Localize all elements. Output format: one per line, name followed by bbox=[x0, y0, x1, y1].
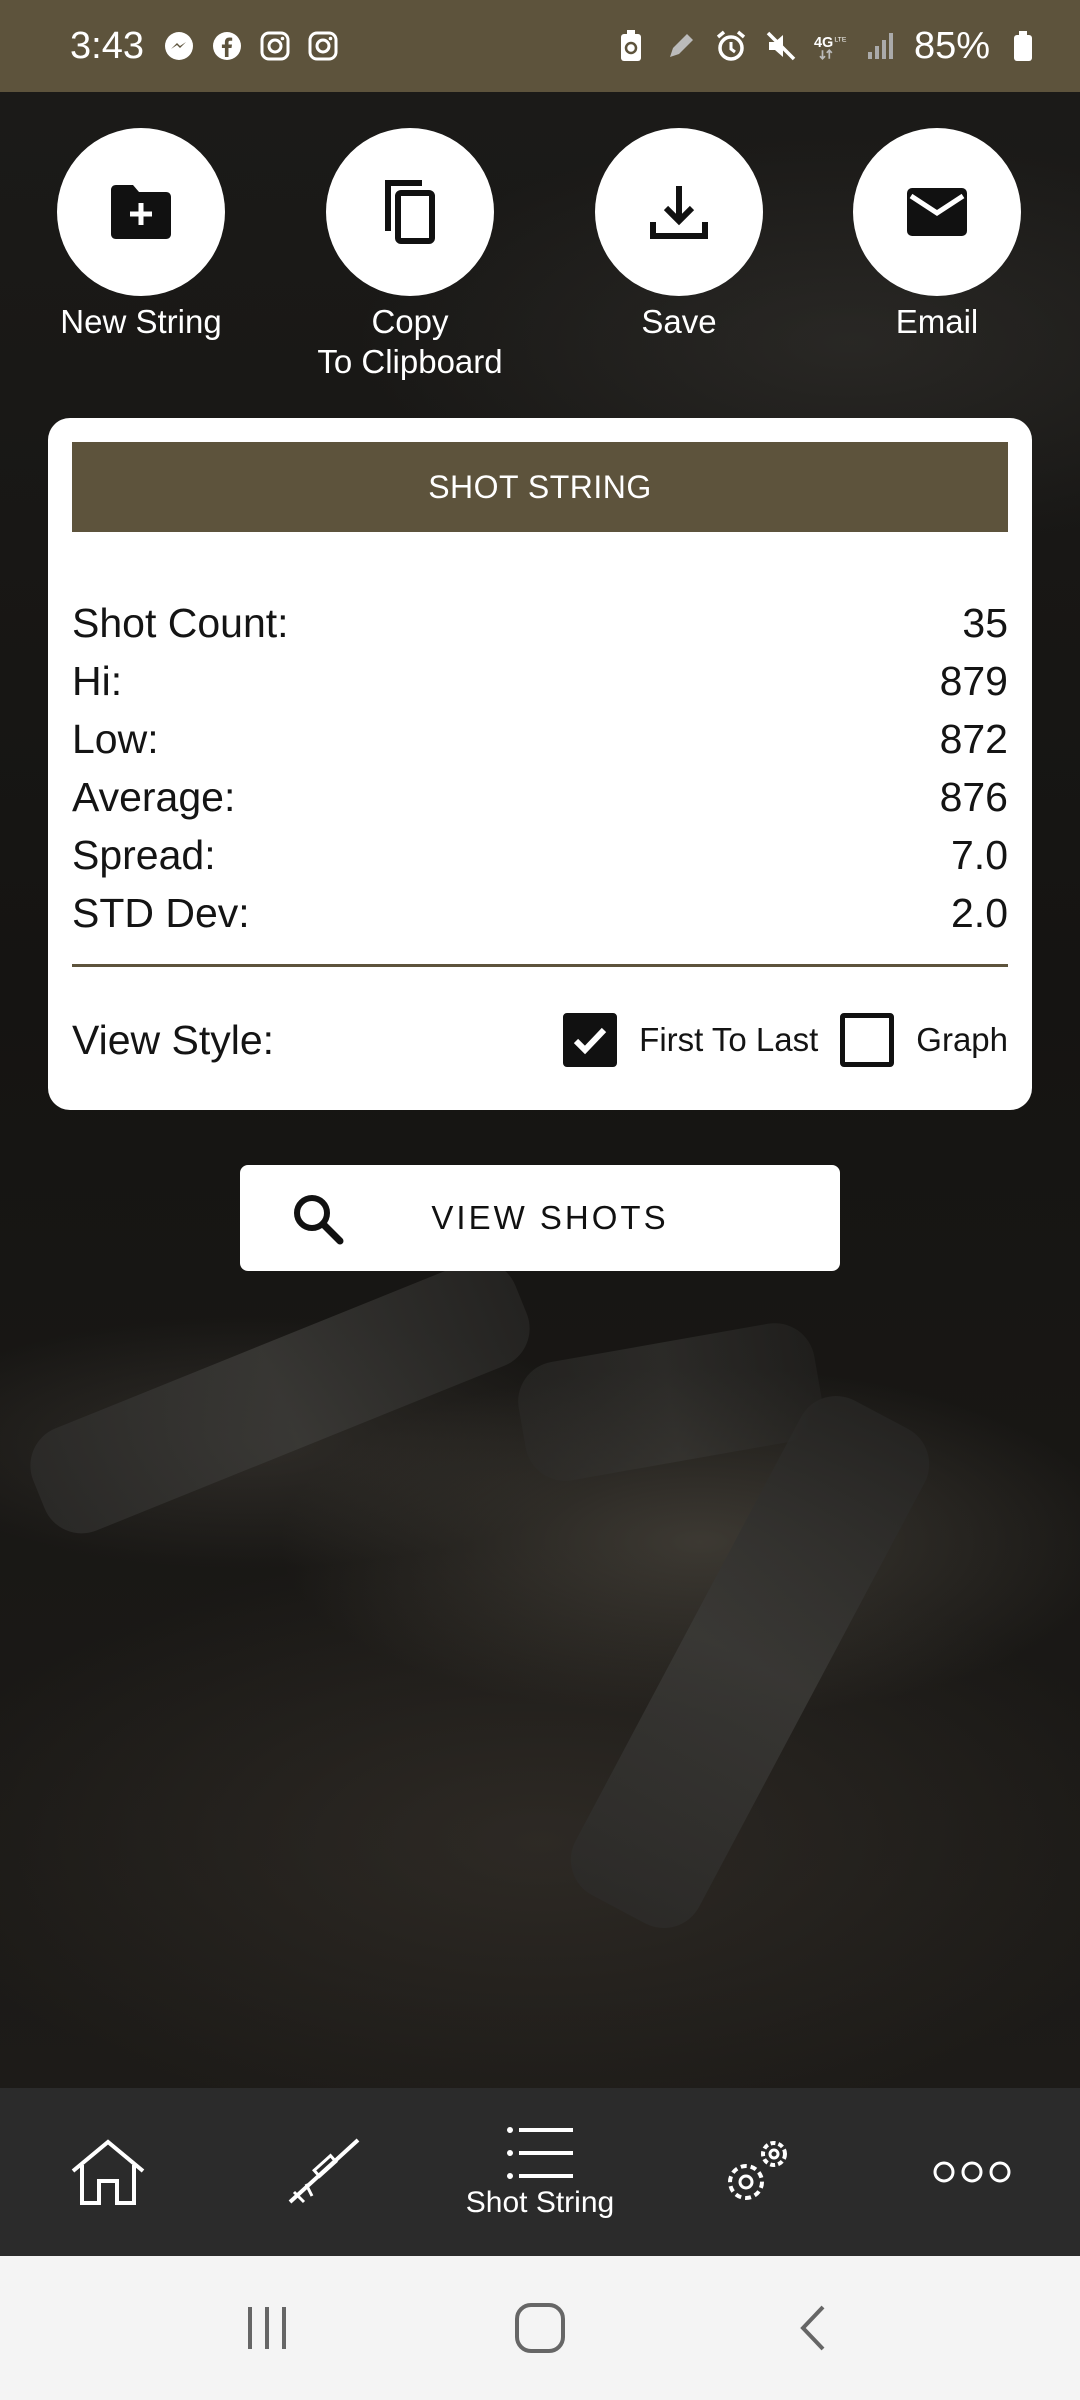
notification-icons bbox=[162, 29, 340, 63]
nav-rifle[interactable] bbox=[216, 2088, 432, 2256]
settings-icon bbox=[728, 2141, 787, 2200]
alarm-icon bbox=[714, 29, 748, 63]
stat-row-spread: Spread: 7.0 bbox=[72, 826, 1008, 884]
bottom-navigation: Shot String bbox=[0, 2088, 1080, 2256]
system-status-icons: 4G LTE 85% bbox=[614, 25, 1040, 68]
rifle-icon bbox=[288, 2138, 360, 2204]
stat-row-average: Average: 876 bbox=[72, 768, 1008, 826]
stat-value: 879 bbox=[939, 657, 1008, 704]
messenger-icon bbox=[162, 29, 196, 63]
4g-lte-icon: 4G LTE bbox=[814, 29, 848, 63]
checkmark-icon bbox=[574, 1027, 607, 1055]
back-icon bbox=[800, 2305, 825, 2351]
stat-label: Shot Count: bbox=[72, 599, 289, 646]
system-navigation-bar bbox=[0, 2256, 1080, 2400]
signal-icon bbox=[864, 29, 898, 63]
nav-home[interactable] bbox=[0, 2088, 216, 2256]
stat-value: 876 bbox=[939, 773, 1008, 820]
download-icon bbox=[595, 128, 763, 296]
stat-label: STD Dev: bbox=[72, 889, 250, 936]
mute-icon bbox=[764, 29, 798, 63]
stats-list: Shot Count: 35 Hi: 879 Low: 872 Average:… bbox=[72, 594, 1008, 942]
stat-label: Average: bbox=[72, 773, 236, 820]
status-bar: 3:43 4G LTE 85% bbox=[0, 0, 1080, 92]
view-shots-button[interactable]: VIEW SHOTS bbox=[240, 1165, 840, 1271]
stat-row-shot-count: Shot Count: 35 bbox=[72, 594, 1008, 652]
email-button[interactable]: Email bbox=[832, 128, 1042, 342]
svg-text:4G: 4G bbox=[814, 35, 833, 51]
battery-saver-icon bbox=[614, 29, 648, 63]
stat-value: 35 bbox=[962, 599, 1008, 646]
new-string-button[interactable]: New String bbox=[36, 128, 246, 342]
nav-settings[interactable] bbox=[648, 2088, 864, 2256]
save-label: Save bbox=[641, 303, 717, 340]
new-folder-icon bbox=[57, 128, 225, 296]
first-to-last-label: First To Last bbox=[639, 1021, 819, 1058]
view-style-options: First To Last Graph bbox=[563, 1013, 1008, 1067]
action-bar: New String Copy To Clipboard Save Email bbox=[0, 128, 1080, 388]
stat-label: Hi: bbox=[72, 657, 123, 704]
nav-shot-string-label: Shot String bbox=[465, 2186, 615, 2219]
stat-label: Low: bbox=[72, 715, 159, 762]
recent-apps-button[interactable] bbox=[222, 2283, 312, 2373]
instagram-icon bbox=[306, 29, 340, 63]
stat-row-hi: Hi: 879 bbox=[72, 652, 1008, 710]
home-circle-icon bbox=[514, 2303, 565, 2353]
home-icon bbox=[71, 2139, 145, 2205]
nav-shot-string[interactable]: Shot String bbox=[432, 2088, 648, 2256]
stat-value: 2.0 bbox=[951, 889, 1008, 936]
stat-row-std-dev: STD Dev: 2.0 bbox=[72, 884, 1008, 942]
home-button[interactable] bbox=[495, 2283, 585, 2373]
pen-icon bbox=[664, 29, 698, 63]
battery-icon bbox=[1006, 29, 1040, 63]
stat-value: 872 bbox=[939, 715, 1008, 762]
view-style-row: View Style: First To Last Graph bbox=[72, 967, 1008, 1113]
view-style-label: View Style: bbox=[72, 1016, 275, 1063]
recent-apps-icon bbox=[247, 2307, 286, 2349]
shot-string-card: SHOT STRING Shot Count: 35 Hi: 879 Low: … bbox=[48, 418, 1032, 1110]
copy-icon bbox=[326, 128, 494, 296]
facebook-icon bbox=[210, 29, 244, 63]
back-button[interactable] bbox=[768, 2283, 858, 2373]
background-shape bbox=[18, 1248, 542, 1546]
stat-row-low: Low: 872 bbox=[72, 710, 1008, 768]
battery-percentage: 85% bbox=[913, 24, 990, 67]
stat-value: 7.0 bbox=[951, 831, 1008, 878]
copy-to-clipboard-label: Copy To Clipboard bbox=[317, 303, 503, 380]
more-icon bbox=[933, 2161, 1011, 2183]
card-title: SHOT STRING bbox=[72, 442, 1008, 532]
instagram-icon bbox=[258, 29, 292, 63]
graph-checkbox[interactable] bbox=[840, 1013, 895, 1067]
copy-to-clipboard-button[interactable]: Copy To Clipboard bbox=[305, 128, 515, 382]
status-time: 3:43 bbox=[70, 24, 144, 67]
new-string-label: New String bbox=[60, 303, 222, 340]
graph-label: Graph bbox=[916, 1021, 1008, 1058]
search-icon bbox=[294, 1195, 344, 1245]
svg-text:LTE: LTE bbox=[834, 37, 846, 44]
email-label: Email bbox=[895, 303, 979, 340]
list-icon bbox=[507, 2127, 573, 2179]
nav-more[interactable] bbox=[864, 2088, 1080, 2256]
save-button[interactable]: Save bbox=[574, 128, 784, 342]
first-to-last-checkbox[interactable] bbox=[563, 1013, 618, 1067]
email-icon bbox=[853, 128, 1021, 296]
stat-label: Spread: bbox=[72, 831, 216, 878]
